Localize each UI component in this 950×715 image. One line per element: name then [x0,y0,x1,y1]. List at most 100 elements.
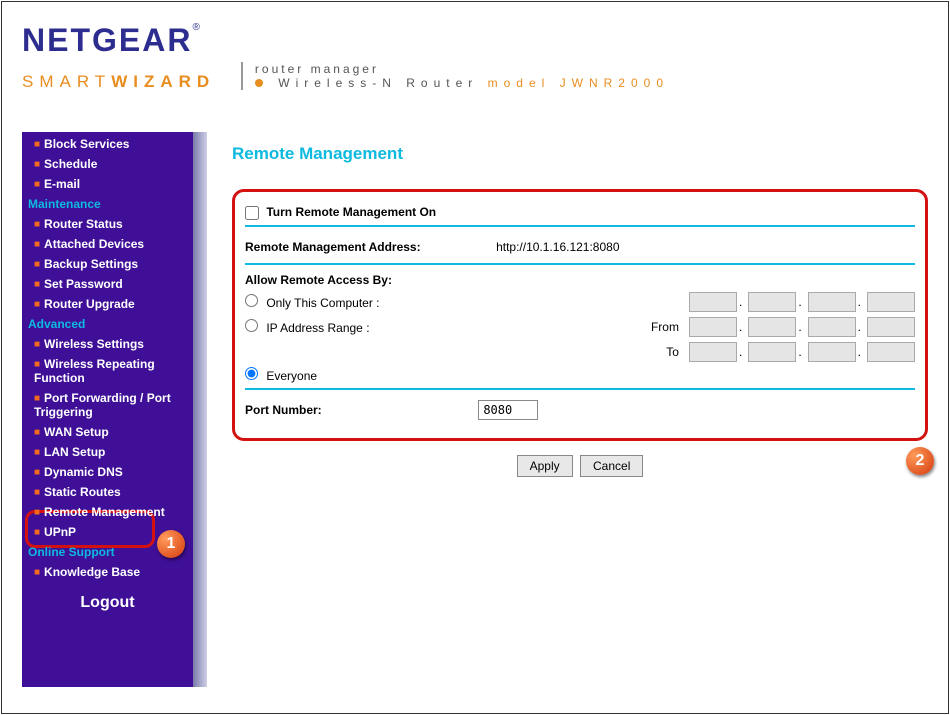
ip-input-group: . . . [685,292,915,312]
sidebar-item-label: Schedule [44,157,97,171]
ip-octet-input[interactable] [748,317,796,337]
bullet-icon: ■ [34,507,40,518]
sidebar-item-label: Knowledge Base [44,565,140,579]
address-label: Remote Management Address: [245,240,421,254]
turn-on-row: Turn Remote Management On [245,205,915,220]
cancel-button[interactable]: Cancel [580,455,643,477]
sub-brand-1: SMART [22,72,111,91]
ip-input-group-to: . . . [685,342,915,362]
bullet-icon: ■ [34,279,40,290]
bullet-icon: ■ [34,467,40,478]
everyone-label: Everyone [266,369,317,383]
sub-brand-2: WIZARD [111,72,215,91]
dot-icon: . [739,345,742,362]
sidebar-item-label: Backup Settings [44,257,138,271]
sidebar-item-schedule[interactable]: ■ Schedule [22,154,193,174]
dot-icon: . [858,295,861,312]
sidebar-item-label: LAN Setup [44,445,105,459]
sidebar-item-remote-management[interactable]: ■ Remote Management [22,502,193,522]
sidebar-item-label: Static Routes [44,485,121,499]
divider [245,263,915,265]
sidebar-category-advanced: Advanced [22,314,193,334]
sidebar-item-static-routes[interactable]: ■Static Routes [22,482,193,502]
ip-octet-input[interactable] [867,342,915,362]
sidebar-category-maintenance: Maintenance [22,194,193,214]
sidebar-item-dynamic-dns[interactable]: ■ Dynamic DNS [22,462,193,482]
sidebar-item-lan-setup[interactable]: ■ LAN Setup [22,442,193,462]
ip-input-group-from: . . . [685,317,915,337]
header: NETGEAR® SMARTWIZARD router manager Wire… [2,2,948,132]
sidebar-item-label: Attached Devices [44,237,144,251]
to-label: To [629,345,679,359]
bullet-icon: ■ [34,359,40,370]
dot-icon: . [739,320,742,337]
sidebar: ■Block Services ■Schedule ■E-mail Mainte… [22,132,207,687]
ip-octet-input[interactable] [689,342,737,362]
bullet-icon: ■ [34,427,40,438]
port-label: Port Number: [245,403,322,417]
dot-icon: . [798,345,801,362]
sidebar-item-label: Remote Management [44,505,165,519]
ip-octet-input[interactable] [808,317,856,337]
ip-octet-input[interactable] [808,292,856,312]
model-label: model JWNR2000 [488,76,669,90]
sidebar-item-router-status[interactable]: ■ Router Status [22,214,193,234]
logout-link[interactable]: Logout [22,582,193,624]
bullet-icon: ■ [34,219,40,230]
sidebar-item-wireless-settings[interactable]: ■Wireless Settings [22,334,193,354]
brand-logo: NETGEAR [22,22,192,58]
sidebar-item-attached-devices[interactable]: ■ Attached Devices [22,234,193,254]
registered-icon: ® [192,22,199,33]
bullet-icon: ■ [34,159,40,170]
sidebar-item-wan-setup[interactable]: ■ WAN Setup [22,422,193,442]
sidebar-item-label: WAN Setup [44,425,109,439]
scrollbar[interactable] [193,132,207,687]
ip-octet-input[interactable] [867,317,915,337]
bullet-icon: ■ [34,139,40,150]
sidebar-item-label: E-mail [44,177,80,191]
page-title: Remote Management [232,144,928,164]
everyone-radio[interactable] [245,367,258,380]
ip-octet-input[interactable] [689,317,737,337]
ip-octet-input[interactable] [808,342,856,362]
sidebar-item-label: Router Upgrade [44,297,135,311]
ip-octet-input[interactable] [748,342,796,362]
content-area: Remote Management Turn Remote Management… [207,132,948,687]
bullet-icon: ■ [34,447,40,458]
bullet-icon: ■ [34,393,40,404]
ip-octet-input[interactable] [748,292,796,312]
address-value: http://10.1.16.121:8080 [421,240,695,254]
sidebar-item-block-services[interactable]: ■ Block Services [22,134,193,154]
bullet-icon: ■ [34,527,40,538]
allow-label: Allow Remote Access By: [245,273,915,287]
sidebar-item-port-forwarding[interactable]: ■Port Forwarding / Port Triggering [22,388,193,422]
sidebar-item-label: Set Password [44,277,123,291]
sidebar-item-router-upgrade[interactable]: ■ Router Upgrade [22,294,193,314]
sidebar-item-email[interactable]: ■E-mail [22,174,193,194]
sidebar-item-label: Block Services [44,137,129,151]
sidebar-item-label: UPnP [44,525,76,539]
ip-octet-input[interactable] [867,292,915,312]
sidebar-item-label: Router Status [44,217,123,231]
only-this-label: Only This Computer : [266,296,379,310]
dot-icon: . [858,320,861,337]
apply-button[interactable]: Apply [517,455,573,477]
bullet-icon [255,79,263,87]
sidebar-item-label: Port Forwarding / Port Triggering [34,391,171,419]
ip-range-radio[interactable] [245,319,258,332]
turn-on-checkbox[interactable] [245,206,259,220]
from-label: From [629,320,679,334]
sidebar-item-knowledge-base[interactable]: ■Knowledge Base [22,562,193,582]
bullet-icon: ■ [34,239,40,250]
sidebar-item-wireless-repeating[interactable]: ■Wireless Repeating Function [22,354,193,388]
sidebar-item-label: Dynamic DNS [44,465,123,479]
sidebar-item-set-password[interactable]: ■ Set Password [22,274,193,294]
annotation-badge-1: 1 [157,530,185,558]
bullet-icon: ■ [34,339,40,350]
sidebar-item-backup-settings[interactable]: ■Backup Settings [22,254,193,274]
port-input[interactable] [478,400,538,420]
only-this-radio[interactable] [245,294,258,307]
annotation-badge-2: 2 [906,447,934,475]
bullet-icon: ■ [34,299,40,310]
ip-octet-input[interactable] [689,292,737,312]
